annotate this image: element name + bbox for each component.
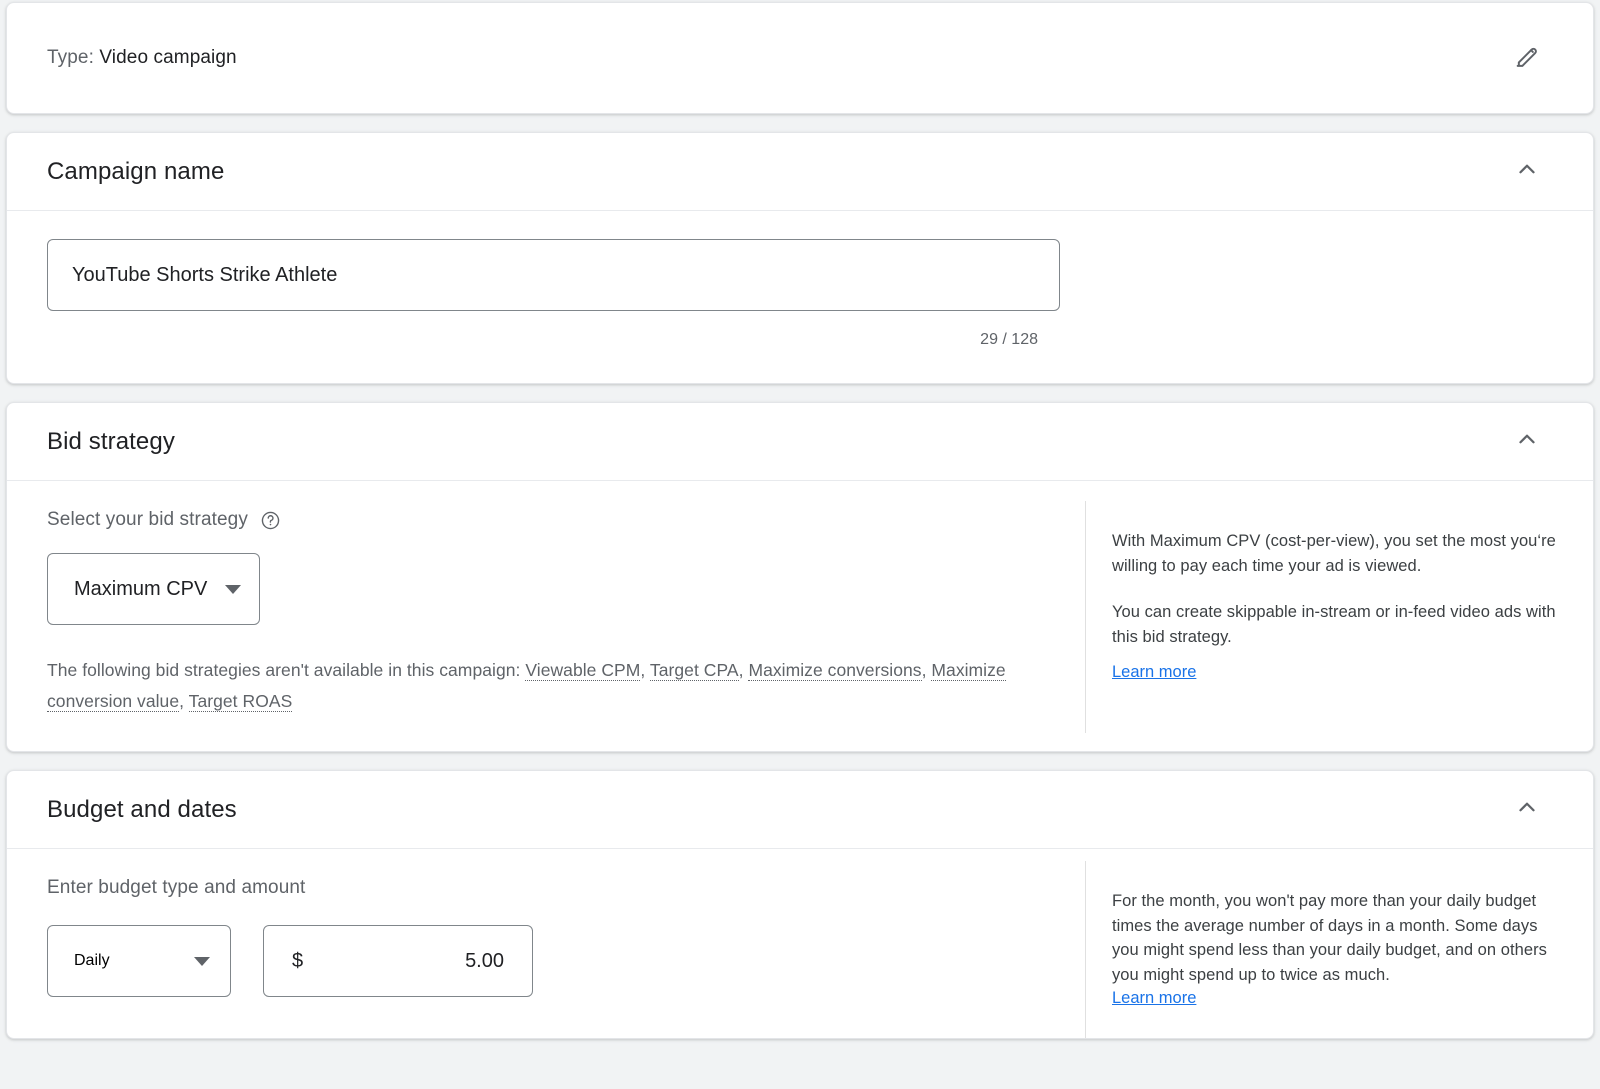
bid-strategy-help-paragraph-2: You can create skippable in-stream or in… xyxy=(1112,600,1559,649)
bid-strategy-help-panel: With Maximum CPV (cost-per-view), you se… xyxy=(1085,501,1593,733)
campaign-type-line: Type: Video campaign xyxy=(47,47,1503,69)
chevron-down-icon xyxy=(194,957,210,966)
campaign-name-collapse-button[interactable] xyxy=(1503,148,1551,196)
bid-strategy-learn-more-link[interactable]: Learn more xyxy=(1112,663,1196,682)
campaign-name-header: Campaign name xyxy=(7,133,1593,211)
bid-strategy-help-paragraph-1: With Maximum CPV (cost-per-view), you se… xyxy=(1112,529,1559,578)
campaign-type-label: Type: xyxy=(47,47,94,68)
bid-strategy-header: Bid strategy xyxy=(7,403,1593,481)
budget-amount-input[interactable]: $ 5.00 xyxy=(263,925,533,997)
budget-and-dates-collapse-button[interactable] xyxy=(1503,786,1551,834)
campaign-name-body: YouTube Shorts Strike Athlete 29 / 128 xyxy=(7,211,1593,383)
budget-and-dates-title: Budget and dates xyxy=(47,796,1503,824)
unavailable-strategy-viewable-cpm[interactable]: Viewable CPM xyxy=(525,660,640,681)
bid-strategy-selected-value: Maximum CPV xyxy=(74,578,207,601)
unavailable-strategy-target-cpa[interactable]: Target CPA xyxy=(650,660,739,681)
bid-strategy-title: Bid strategy xyxy=(47,428,1503,456)
budget-input-row: Daily $ 5.00 xyxy=(47,925,1045,997)
budget-help-paragraph: For the month, you won't pay more than y… xyxy=(1112,889,1559,987)
budget-learn-more-link[interactable]: Learn more xyxy=(1112,989,1196,1008)
currency-symbol: $ xyxy=(292,950,303,973)
bid-strategy-field-label-row: Select your bid strategy xyxy=(47,509,1045,531)
budget-type-value: Daily xyxy=(74,952,110,970)
campaign-type-value: Video campaign xyxy=(99,47,236,68)
edit-campaign-type-button[interactable] xyxy=(1503,34,1551,82)
campaign-name-card: Campaign name YouTube Shorts Strike Athl… xyxy=(6,132,1594,384)
bid-strategy-body: Select your bid strategy Maximum CPV The xyxy=(7,481,1593,751)
bid-strategy-field-label: Select your bid strategy xyxy=(47,509,248,531)
campaign-settings-page: Type: Video campaign Campaign name xyxy=(0,0,1600,1089)
budget-amount-value: 5.00 xyxy=(465,950,504,973)
campaign-type-card: Type: Video campaign xyxy=(6,2,1594,114)
budget-and-dates-header: Budget and dates xyxy=(7,771,1593,849)
bid-strategy-card: Bid strategy Select your bid strategy xyxy=(6,402,1594,752)
chevron-down-icon xyxy=(225,585,241,594)
campaign-name-char-counter: 29 / 128 xyxy=(47,331,1060,349)
budget-field-label: Enter budget type and amount xyxy=(47,877,1045,899)
chevron-up-icon xyxy=(1514,426,1540,457)
unavailable-prefix-text: The following bid strategies aren't avai… xyxy=(47,660,525,680)
help-circle-icon[interactable] xyxy=(260,510,281,531)
budget-help-panel: For the month, you won't pay more than y… xyxy=(1085,861,1593,1038)
campaign-name-input[interactable]: YouTube Shorts Strike Athlete xyxy=(47,239,1060,311)
chevron-up-icon xyxy=(1514,794,1540,825)
campaign-name-title: Campaign name xyxy=(47,158,1503,186)
unavailable-strategy-maximize-conversions[interactable]: Maximize conversions xyxy=(748,660,921,681)
bid-strategy-select[interactable]: Maximum CPV xyxy=(47,553,260,625)
chevron-up-icon xyxy=(1514,156,1540,187)
bid-strategy-collapse-button[interactable] xyxy=(1503,418,1551,466)
bid-strategy-controls: Select your bid strategy Maximum CPV The xyxy=(7,481,1085,751)
budget-and-dates-card: Budget and dates Enter budget type and a… xyxy=(6,770,1594,1039)
unavailable-bid-strategies-note: The following bid strategies aren't avai… xyxy=(47,655,1045,717)
budget-controls: Enter budget type and amount Daily $ 5.0… xyxy=(7,849,1085,1038)
budget-and-dates-body: Enter budget type and amount Daily $ 5.0… xyxy=(7,849,1593,1038)
unavailable-strategy-target-roas[interactable]: Target ROAS xyxy=(189,691,293,712)
pencil-edit-icon xyxy=(1513,42,1541,75)
budget-type-select[interactable]: Daily xyxy=(47,925,231,997)
